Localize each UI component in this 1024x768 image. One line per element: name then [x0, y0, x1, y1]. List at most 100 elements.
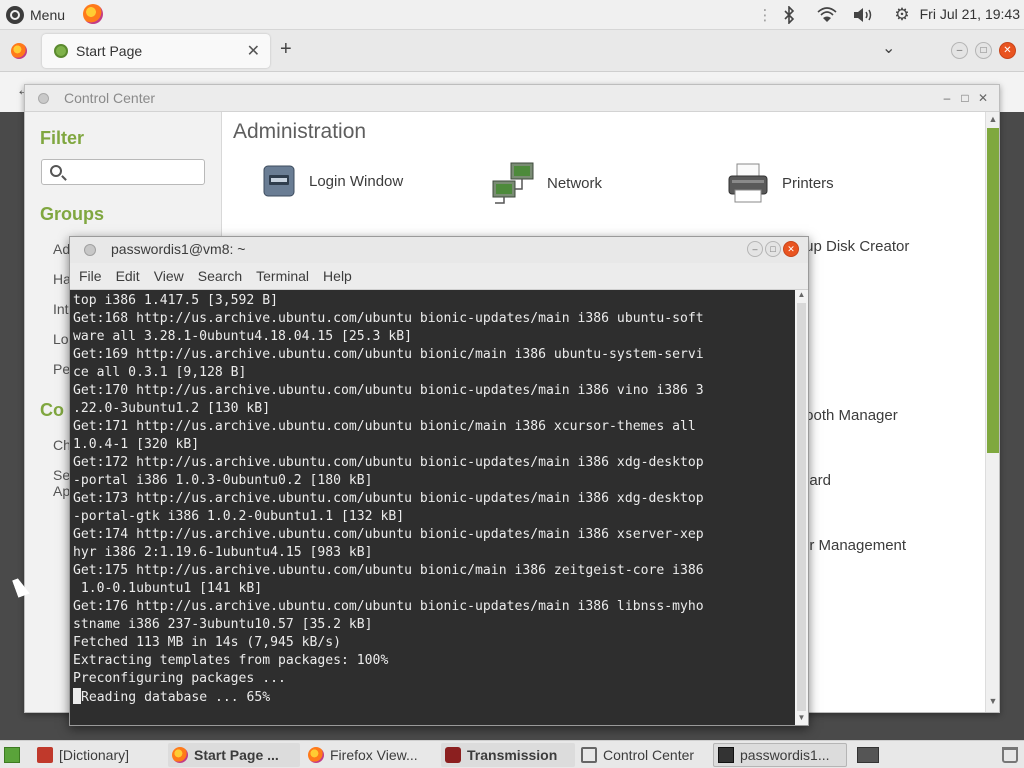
- scroll-thumb[interactable]: [987, 128, 999, 453]
- clock[interactable]: Fri Jul 21, 19:43: [920, 6, 1020, 22]
- sidebar-item-look-and-feel[interactable]: Lo: [53, 331, 69, 347]
- maximize-icon[interactable]: □: [765, 241, 781, 257]
- scroll-down-icon[interactable]: ▼: [987, 696, 999, 710]
- terminal-line: stname i386 237-3ubuntu10.57 [35.2 kB]: [73, 617, 373, 632]
- panel-separator-icon: ⋮: [757, 7, 773, 24]
- menu-file[interactable]: File: [79, 268, 102, 284]
- menu-terminal[interactable]: Terminal: [256, 268, 309, 284]
- startup-disk-creator-item[interactable]: tup Disk Creator: [801, 238, 909, 255]
- taskbar-label: Start Page ...: [194, 747, 279, 763]
- ubuntu-logo-icon: [6, 6, 24, 24]
- terminal-line: -portal-gtk i386 1.0.2-0ubuntu1.1 [132 k…: [73, 509, 405, 524]
- menu-button[interactable]: Menu: [6, 4, 65, 26]
- printers-item[interactable]: Printers: [726, 161, 834, 205]
- chevron-down-icon[interactable]: ⌄: [882, 38, 895, 58]
- terminal-scrollbar[interactable]: ▲ ▼: [795, 290, 808, 725]
- network-icon: [491, 161, 535, 205]
- firefox-icon: [11, 43, 27, 59]
- wifi-icon[interactable]: [815, 4, 839, 26]
- show-desktop-button[interactable]: [0, 743, 28, 767]
- window-menu-icon[interactable]: [84, 244, 96, 256]
- close-window-icon[interactable]: ✕: [999, 42, 1016, 59]
- firefox-launcher-icon[interactable]: [83, 4, 103, 24]
- scroll-up-icon[interactable]: ▲: [796, 290, 807, 299]
- menu-help[interactable]: Help: [323, 268, 352, 284]
- taskbar-item-transmission[interactable]: Transmission: [441, 743, 575, 767]
- terminal-line: Reading database ... 65%: [81, 690, 271, 705]
- new-tab-icon[interactable]: +: [280, 38, 292, 61]
- network-item[interactable]: Network: [491, 161, 602, 205]
- search-icon: [50, 165, 62, 177]
- desktop-icon: [4, 747, 20, 763]
- minimize-icon[interactable]: –: [747, 241, 763, 257]
- minimize-icon[interactable]: –: [951, 42, 968, 59]
- taskbar-label: Transmission: [467, 747, 558, 763]
- network-label: Network: [547, 174, 603, 192]
- maximize-icon[interactable]: □: [958, 91, 972, 105]
- taskbar-item-dictionary[interactable]: [Dictionary]: [33, 743, 165, 767]
- terminal-line: Get:174 http://us.archive.ubuntu.com/ubu…: [73, 527, 704, 542]
- user-management-item[interactable]: er Management: [801, 537, 906, 554]
- close-tab-icon[interactable]: ✕: [247, 41, 260, 61]
- terminal-line: ware all 3.28.1-0ubuntu4.18.04.15 [25.3 …: [73, 329, 412, 344]
- filter-heading: Filter: [40, 128, 85, 148]
- startup-disk-creator-label: tup Disk Creator: [801, 238, 910, 255]
- login-window-item[interactable]: Login Window: [261, 163, 403, 199]
- taskbar-label: Control Center: [603, 747, 695, 763]
- sidebar-item-administration[interactable]: Ad: [53, 241, 70, 257]
- sidebar-item-personal[interactable]: Pe: [53, 361, 70, 377]
- start-page-favicon-icon: [54, 44, 68, 58]
- terminal-line: Get:170 http://us.archive.ubuntu.com/ubu…: [73, 383, 704, 398]
- terminal-output[interactable]: top i386 1.417.5 [3,592 B] Get:168 http:/…: [73, 292, 794, 724]
- sidebar-item-internet[interactable]: Int: [53, 301, 69, 317]
- tab-start-page[interactable]: Start Page ✕: [42, 34, 270, 68]
- tab-title: Start Page: [76, 43, 143, 59]
- terminal-line: Get:172 http://us.archive.ubuntu.com/ubu…: [73, 455, 704, 470]
- taskbar-item-start-page[interactable]: Start Page ...: [168, 743, 300, 767]
- bluetooth-manager-item[interactable]: tooth Manager: [801, 407, 898, 424]
- close-icon[interactable]: ✕: [976, 91, 990, 105]
- filter-search-input[interactable]: [41, 159, 205, 185]
- printers-label: Printers: [782, 174, 834, 192]
- bluetooth-manager-label: tooth Manager: [801, 407, 898, 424]
- bluetooth-icon[interactable]: [779, 4, 799, 26]
- scroll-up-icon[interactable]: ▲: [987, 114, 999, 128]
- sidebar-task-apps[interactable]: Ap: [53, 483, 70, 499]
- taskbar-label: passwordis1...: [740, 747, 830, 763]
- volume-icon[interactable]: [852, 4, 876, 26]
- terminal-line: 1.0.4-1 [320 kB]: [73, 437, 200, 452]
- taskbar: [Dictionary] Start Page ... Firefox View…: [0, 740, 1024, 768]
- terminal-line: .22.0-3ubuntu1.2 [130 kB]: [73, 401, 271, 416]
- terminal-line: Get:171 http://us.archive.ubuntu.com/ubu…: [73, 419, 696, 434]
- firefox-icon: [172, 747, 188, 763]
- taskbar-item-firefox-view[interactable]: Firefox View...: [304, 743, 438, 767]
- trash-button[interactable]: [998, 743, 1022, 767]
- workspace-switcher[interactable]: [853, 743, 883, 767]
- dictionary-icon: [37, 747, 53, 763]
- terminal-line: ce all 0.3.1 [9,128 B]: [73, 365, 247, 380]
- top-panel: Menu ⋮ ⚙ Fri Jul 21, 19:43: [0, 0, 1024, 30]
- menu-edit[interactable]: Edit: [116, 268, 140, 284]
- control-center-titlebar[interactable]: Control Center – □ ✕: [25, 85, 999, 112]
- taskbar-item-terminal[interactable]: passwordis1...: [713, 743, 847, 767]
- window-menu-icon[interactable]: [38, 93, 49, 104]
- sidebar-task-set-preferred-apps[interactable]: Se: [53, 467, 70, 483]
- minimize-icon[interactable]: –: [940, 91, 954, 105]
- control-center-scrollbar[interactable]: ▲ ▼: [985, 112, 999, 712]
- terminal-title: passwordis1@vm8: ~: [111, 241, 246, 257]
- menu-view[interactable]: View: [154, 268, 184, 284]
- terminal-line: Preconfiguring packages ...: [73, 671, 286, 686]
- trash-icon: [1002, 747, 1018, 763]
- taskbar-item-control-center[interactable]: Control Center: [577, 743, 711, 767]
- firefox-view-button[interactable]: [0, 32, 38, 70]
- scroll-down-icon[interactable]: ▼: [796, 713, 807, 722]
- terminal-line: Get:168 http://us.archive.ubuntu.com/ubu…: [73, 311, 704, 326]
- terminal-titlebar[interactable]: passwordis1@vm8: ~ – □ ✕: [70, 237, 808, 263]
- terminal-line: hyr i386 2:1.19.6-1ubuntu4.15 [983 kB]: [73, 545, 373, 560]
- menu-search[interactable]: Search: [198, 268, 242, 284]
- maximize-icon[interactable]: □: [975, 42, 992, 59]
- gear-icon[interactable]: ⚙: [891, 4, 913, 26]
- scroll-thumb[interactable]: [797, 303, 806, 711]
- close-window-icon[interactable]: ✕: [783, 241, 799, 257]
- terminal-cursor: [73, 688, 81, 704]
